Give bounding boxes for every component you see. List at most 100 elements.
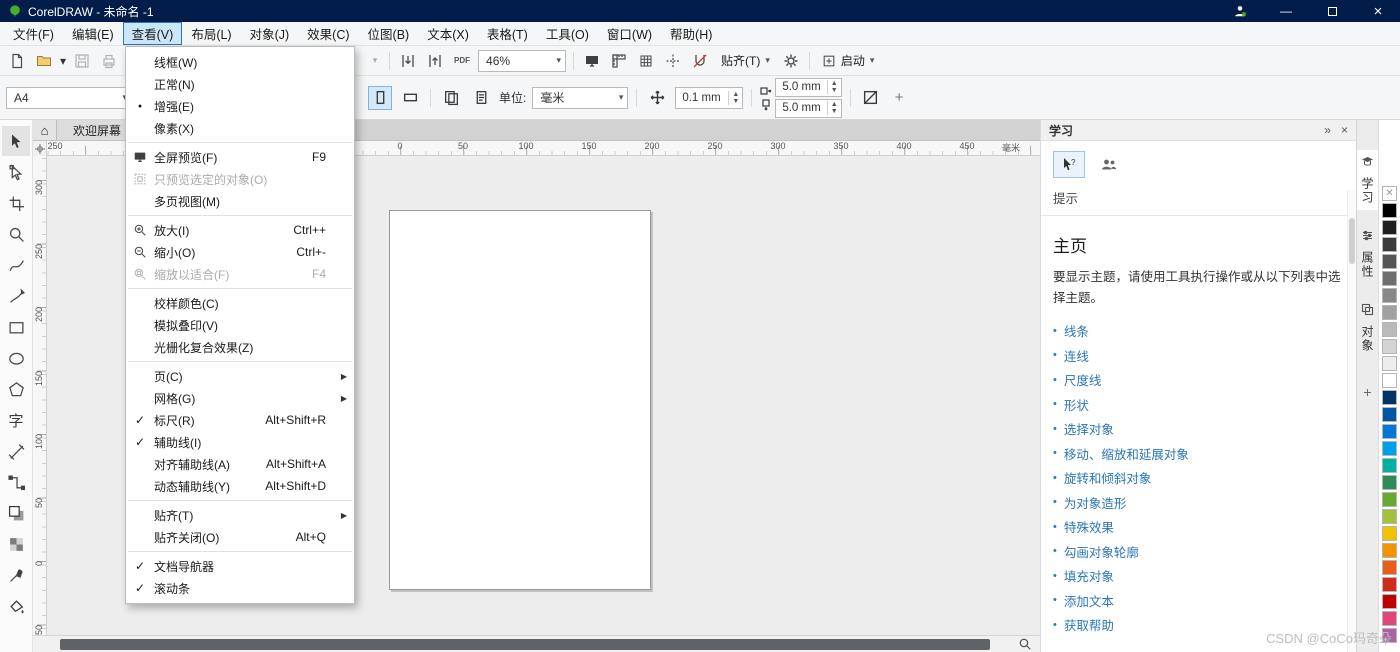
menubar-item[interactable]: 工具(O) bbox=[537, 22, 598, 45]
hints-topic-link[interactable]: 形状 bbox=[1064, 395, 1089, 414]
zoom-tool[interactable] bbox=[2, 219, 30, 249]
view-menu-item[interactable]: 贴齐关闭(O) Alt+Q bbox=[126, 526, 354, 548]
color-swatch[interactable] bbox=[1382, 526, 1397, 541]
all-pages-button[interactable] bbox=[439, 86, 463, 110]
new-document-button[interactable] bbox=[6, 50, 28, 72]
options-gear-icon[interactable] bbox=[780, 50, 802, 72]
shape-tool[interactable] bbox=[2, 157, 30, 187]
view-menu-item[interactable]: ● 增强(E) bbox=[126, 95, 354, 117]
view-menu-item[interactable]: 校样颜色(C) bbox=[126, 292, 354, 314]
menubar-item[interactable]: 对象(J) bbox=[241, 22, 299, 45]
crop-tool[interactable] bbox=[2, 188, 30, 218]
hints-topic-link[interactable]: 连线 bbox=[1064, 346, 1089, 365]
portrait-orientation-button[interactable] bbox=[368, 85, 392, 110]
hints-topic-item[interactable]: • 特殊效果 bbox=[1053, 514, 1344, 539]
color-swatch[interactable] bbox=[1382, 594, 1397, 609]
hints-topic-link[interactable]: 添加文本 bbox=[1064, 591, 1114, 610]
menubar-item[interactable]: 文件(F) bbox=[4, 22, 63, 45]
color-swatch[interactable] bbox=[1382, 577, 1397, 592]
view-menu-item[interactable]: 对齐辅助线(A) Alt+Shift+A bbox=[126, 453, 354, 475]
color-swatch[interactable] bbox=[1382, 492, 1397, 507]
publish-to-pdf-button[interactable]: PDF bbox=[451, 50, 473, 72]
color-swatch[interactable] bbox=[1382, 288, 1397, 303]
hints-topic-item[interactable]: • 旋转和倾斜对象 bbox=[1053, 465, 1344, 490]
text-tool[interactable]: 字 bbox=[2, 405, 30, 435]
rectangle-tool[interactable] bbox=[2, 312, 30, 342]
hints-tab[interactable]: 提示 bbox=[1041, 188, 1356, 216]
docker-close-icon[interactable]: × bbox=[1341, 123, 1348, 137]
view-menu-item[interactable]: ✓ 辅助线(I) bbox=[126, 431, 354, 453]
view-menu-item[interactable]: ✓ 标尺(R) Alt+Shift+R bbox=[126, 409, 354, 431]
view-menu-item[interactable]: 动态辅助线(Y) Alt+Shift+D bbox=[126, 475, 354, 497]
customize-plus-button[interactable]: + bbox=[889, 89, 910, 106]
launch-dropdown[interactable]: 启动 ▾ bbox=[817, 50, 880, 72]
transparency-tool[interactable] bbox=[2, 529, 30, 559]
color-swatch[interactable] bbox=[1382, 254, 1397, 269]
docker-tab-对象[interactable]: 对象 bbox=[1357, 298, 1378, 358]
color-swatch[interactable] bbox=[1382, 220, 1397, 235]
menubar-item[interactable]: 窗口(W) bbox=[598, 22, 661, 45]
freehand-tool[interactable] bbox=[2, 250, 30, 280]
nudge-distance-stepper[interactable]: 0.1 mm ▲ ▼ bbox=[675, 86, 744, 109]
menubar-item[interactable]: 编辑(E) bbox=[63, 22, 123, 45]
docker-collapse-icon[interactable]: » bbox=[1324, 123, 1331, 137]
duplicate-distance-x-stepper[interactable]: 5.0 mm ▲ ▼ bbox=[775, 77, 842, 97]
user-account-icon[interactable] bbox=[1226, 1, 1254, 21]
menubar-item[interactable]: 位图(B) bbox=[359, 22, 419, 45]
panel-scrollbar[interactable] bbox=[1347, 190, 1356, 652]
hints-topic-item[interactable]: • 选择对象 bbox=[1053, 416, 1344, 441]
hints-topic-link[interactable]: 为对象造形 bbox=[1064, 493, 1127, 512]
hints-topic-link[interactable]: 旋转和倾斜对象 bbox=[1064, 468, 1152, 487]
view-menu-item[interactable]: 全屏预览(F) F9 bbox=[126, 146, 354, 168]
hints-topic-item[interactable]: • 填充对象 bbox=[1053, 563, 1344, 588]
horizontal-scrollbar[interactable] bbox=[33, 635, 1040, 652]
color-swatch[interactable] bbox=[1382, 203, 1397, 218]
color-swatch[interactable] bbox=[1382, 390, 1397, 405]
color-swatch[interactable] bbox=[1382, 509, 1397, 524]
color-swatch[interactable] bbox=[1382, 305, 1397, 320]
menubar-item[interactable]: 表格(T) bbox=[478, 22, 537, 45]
show-grid-button[interactable] bbox=[635, 50, 657, 72]
close-button[interactable]: × bbox=[1364, 1, 1392, 21]
menubar-item[interactable]: 效果(C) bbox=[298, 22, 358, 45]
snap-off-button[interactable] bbox=[689, 50, 711, 72]
color-swatch[interactable] bbox=[1382, 237, 1397, 252]
hints-topic-item[interactable]: • 尺度线 bbox=[1053, 367, 1344, 392]
hints-topic-item[interactable]: • 连线 bbox=[1053, 343, 1344, 368]
view-menu-item[interactable]: 线框(W) bbox=[126, 51, 354, 73]
color-swatch[interactable] bbox=[1382, 339, 1397, 354]
color-swatch[interactable] bbox=[1382, 441, 1397, 456]
hints-topic-link[interactable]: 尺度线 bbox=[1064, 370, 1102, 389]
menubar-item[interactable]: 文本(X) bbox=[418, 22, 478, 45]
color-swatch[interactable] bbox=[1382, 475, 1397, 490]
view-menu-item[interactable]: 放大(I) Ctrl++ bbox=[126, 219, 354, 241]
show-rulers-button[interactable] bbox=[608, 50, 630, 72]
open-dropdown-caret-icon[interactable]: ▾ bbox=[60, 50, 66, 72]
view-menu-item[interactable]: 光栅化复合效果(Z) bbox=[126, 336, 354, 358]
color-swatch[interactable] bbox=[1382, 458, 1397, 473]
view-menu-item[interactable]: ✓ 滚动条 bbox=[126, 577, 354, 599]
hints-topic-link[interactable]: 线条 bbox=[1064, 321, 1089, 340]
export-button[interactable] bbox=[424, 50, 446, 72]
eyedropper-tool[interactable] bbox=[2, 560, 30, 590]
view-menu-item[interactable]: 贴齐(T) ▶ bbox=[126, 504, 354, 526]
ruler-origin[interactable] bbox=[33, 141, 47, 156]
import-button[interactable] bbox=[397, 50, 419, 72]
view-menu-item[interactable]: ✓ 文档导航器 bbox=[126, 555, 354, 577]
zoom-level-combobox[interactable]: 46% ▾ bbox=[478, 49, 567, 72]
zoom-shortcut-icon[interactable] bbox=[1018, 637, 1032, 652]
hints-topic-link[interactable]: 填充对象 bbox=[1064, 566, 1114, 585]
color-swatch[interactable] bbox=[1382, 322, 1397, 337]
snap-to-dropdown[interactable]: 贴齐(T) ▾ bbox=[716, 50, 775, 72]
minimize-button[interactable]: — bbox=[1272, 1, 1300, 21]
dimension-tool[interactable] bbox=[2, 436, 30, 466]
pick-tool[interactable] bbox=[2, 126, 30, 156]
color-swatch[interactable] bbox=[1382, 543, 1397, 558]
docker-tab-学习[interactable]: 学习 bbox=[1357, 150, 1378, 210]
duplicate-distance-y-stepper[interactable]: 5.0 mm ▲ ▼ bbox=[775, 98, 842, 118]
fullscreen-preview-button[interactable] bbox=[581, 50, 603, 72]
community-button[interactable] bbox=[1093, 151, 1125, 178]
units-combobox[interactable]: 毫米 ▾ bbox=[532, 86, 629, 109]
vertical-ruler[interactable]: 300 250 200 150 100 50 0 50 bbox=[33, 156, 47, 635]
hints-topic-link[interactable]: 勾画对象轮廓 bbox=[1064, 542, 1139, 561]
